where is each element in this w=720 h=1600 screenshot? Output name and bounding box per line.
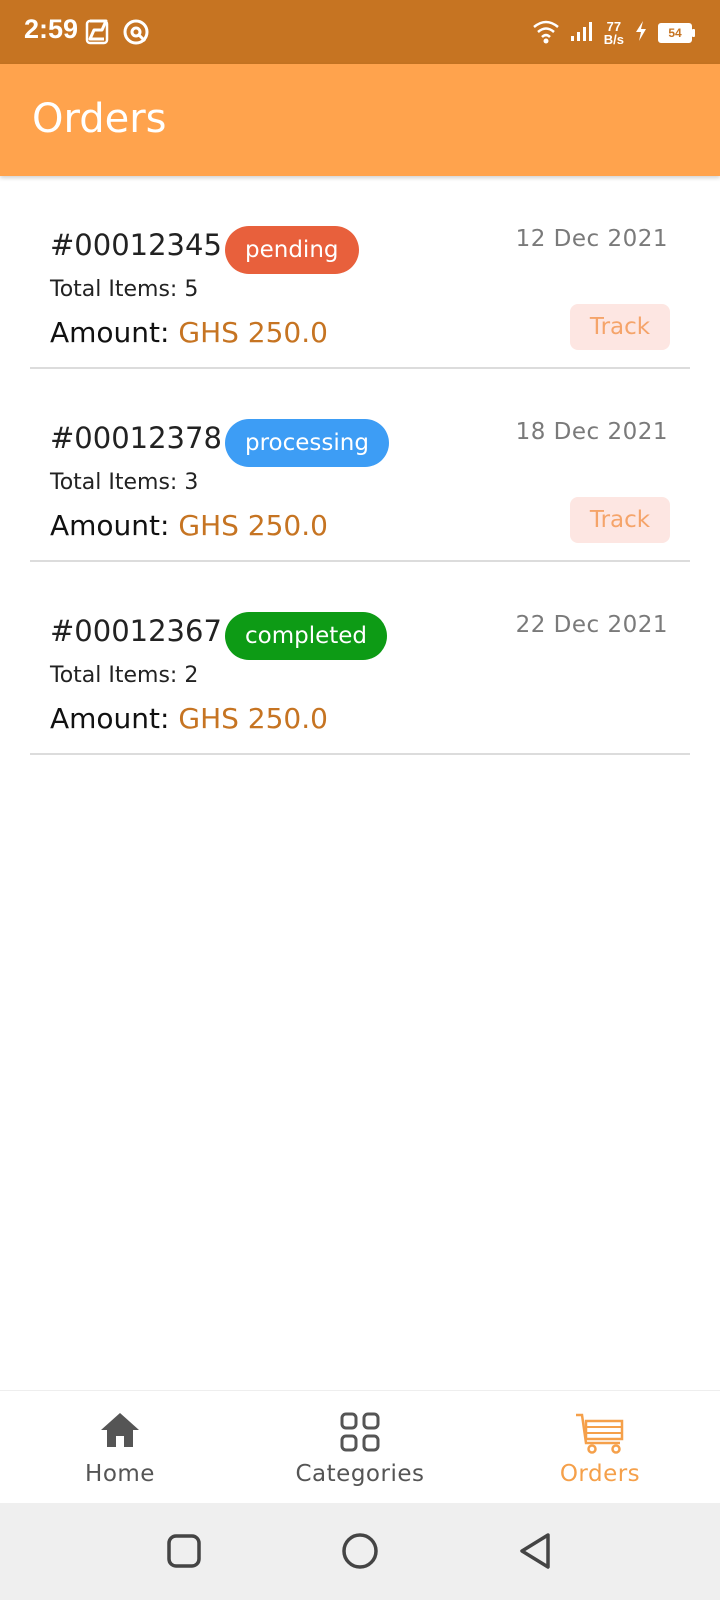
status-badge: completed (225, 612, 388, 660)
bottom-nav: Home Categories Orders (0, 1390, 720, 1504)
track-button[interactable]: Track (570, 497, 670, 543)
order-total-items: Total Items: 2 (50, 663, 199, 688)
order-date: 12 Dec 2021 (515, 226, 668, 252)
orders-list: #00012345 pending 12 Dec 2021 Total Item… (30, 176, 690, 755)
signal-icon (570, 20, 594, 46)
order-id: #00012378 (50, 421, 222, 455)
home-icon (99, 1411, 141, 1453)
page-title: Orders (32, 96, 167, 142)
home-button[interactable] (340, 1531, 380, 1571)
nav-home-label: Home (85, 1461, 155, 1487)
amount-value: GHS 250.0 (178, 702, 328, 735)
back-button[interactable] (516, 1531, 556, 1571)
battery-icon: 54 (658, 23, 695, 43)
order-card[interactable]: #00012378 processing 18 Dec 2021 Total I… (30, 369, 690, 562)
app-notification-icon (84, 18, 110, 46)
amount-label: Amount: (50, 316, 170, 349)
order-total-items: Total Items: 3 (50, 470, 199, 495)
order-card[interactable]: #00012345 pending 12 Dec 2021 Total Item… (30, 176, 690, 369)
order-total-items: Total Items: 5 (50, 277, 199, 302)
nav-home[interactable]: Home (30, 1391, 210, 1504)
status-bar: 2:59 77 B/s 54 (0, 0, 720, 64)
network-speed-unit: B/s (603, 32, 624, 47)
amount-value: GHS 250.0 (178, 316, 328, 349)
charging-icon (634, 20, 648, 46)
order-id: #00012367 (50, 614, 222, 648)
track-button[interactable]: Track (570, 304, 670, 350)
nav-orders-label: Orders (559, 1461, 641, 1487)
status-badge: processing (225, 419, 389, 467)
recents-button[interactable] (164, 1531, 204, 1571)
status-badge: pending (225, 226, 359, 274)
app-bar: Orders (0, 64, 720, 176)
status-icons: 77 B/s 54 (532, 16, 695, 50)
order-amount: Amount: GHS 250.0 (50, 509, 328, 542)
nav-orders[interactable]: Orders (510, 1391, 690, 1504)
order-date: 18 Dec 2021 (515, 419, 668, 445)
amount-label: Amount: (50, 702, 170, 735)
status-time: 2:59 (24, 14, 79, 44)
order-card[interactable]: #00012367 completed 22 Dec 2021 Total It… (30, 562, 690, 755)
wifi-icon (532, 18, 560, 48)
order-id: #00012345 (50, 228, 222, 262)
cart-icon (574, 1411, 626, 1459)
system-nav-bar (0, 1503, 720, 1600)
grid-icon (339, 1411, 381, 1457)
nav-categories-label: Categories (295, 1461, 425, 1487)
order-date: 22 Dec 2021 (515, 612, 668, 638)
amount-label: Amount: (50, 509, 170, 542)
nav-categories[interactable]: Categories (270, 1391, 450, 1504)
vpn-notification-icon (122, 18, 149, 46)
network-speed: 77 B/s (604, 20, 624, 46)
order-amount: Amount: GHS 250.0 (50, 316, 328, 349)
order-amount: Amount: GHS 250.0 (50, 702, 328, 735)
amount-value: GHS 250.0 (178, 509, 328, 542)
